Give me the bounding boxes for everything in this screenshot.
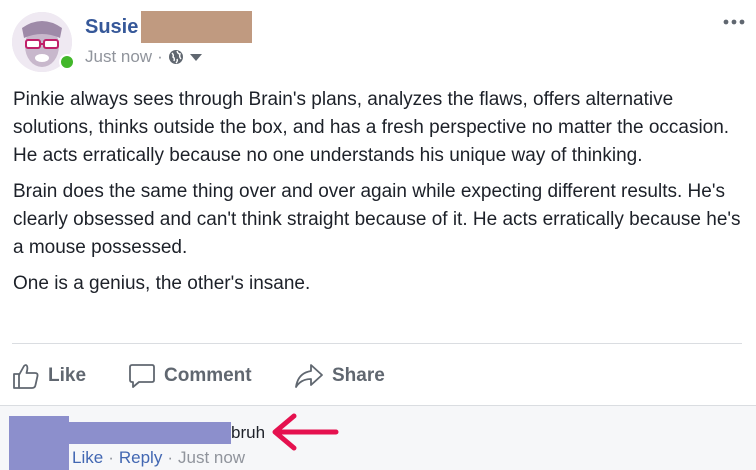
redaction-box xyxy=(141,11,252,43)
comments-section: bruh Like · Reply · Just now xyxy=(0,405,756,470)
commenter-avatar-redaction[interactable] xyxy=(9,416,69,470)
post-header: Susie Just now · xyxy=(0,0,756,80)
post-paragraph: One is a genius, the other's insane. xyxy=(13,273,311,294)
thumbs-up-icon xyxy=(13,364,39,389)
comment-meta: Like · Reply · Just now xyxy=(72,448,245,468)
comment-reply-link[interactable]: Reply xyxy=(119,448,162,468)
post-paragraph: Brain does the same thing over and over … xyxy=(13,181,741,258)
comment-bubble-icon xyxy=(129,364,155,388)
share-arrow-icon xyxy=(295,364,323,388)
comment-text: bruh xyxy=(231,423,266,442)
comment-button[interactable]: Comment xyxy=(128,360,252,392)
online-status-dot xyxy=(59,54,75,70)
post-meta: Just now · xyxy=(85,46,202,68)
meta-separator: · xyxy=(108,448,114,467)
meta-separator: · xyxy=(167,448,173,467)
privacy-dropdown-icon[interactable] xyxy=(189,53,202,61)
post-paragraph: Pinkie always sees through Brain's plans… xyxy=(13,89,730,166)
post-actions: Like Comment Share xyxy=(0,352,756,398)
divider xyxy=(12,343,742,344)
comment-label: Comment xyxy=(164,365,252,386)
comment-like-link[interactable]: Like xyxy=(72,448,103,468)
commenter-name-redaction[interactable] xyxy=(69,422,231,444)
post-body: Pinkie always sees through Brain's plans… xyxy=(13,86,743,306)
like-button[interactable]: Like xyxy=(12,360,86,392)
globe-icon[interactable] xyxy=(168,49,184,65)
post-timestamp[interactable]: Just now xyxy=(85,47,152,67)
annotation-arrow-icon xyxy=(272,413,339,451)
share-label: Share xyxy=(332,365,385,386)
comment-timestamp[interactable]: Just now xyxy=(178,448,245,468)
like-label: Like xyxy=(48,365,87,386)
meta-separator: · xyxy=(157,47,163,66)
author-name[interactable]: Susie xyxy=(85,16,138,39)
share-button[interactable]: Share xyxy=(294,360,385,392)
ellipsis-icon[interactable] xyxy=(722,12,746,32)
